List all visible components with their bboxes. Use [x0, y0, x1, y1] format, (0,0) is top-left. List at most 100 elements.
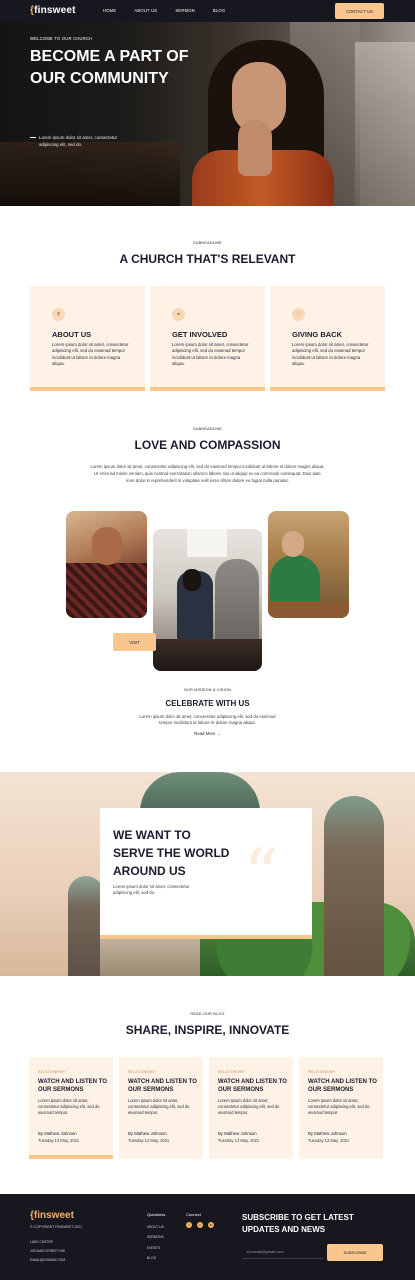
celebrate-text: Lorem ipsum dolor sit amet, consectetur … [139, 714, 276, 726]
card-giving-back[interactable]: ♡ GIVING BACK Lorem ipsum dolor sit amet… [270, 286, 385, 391]
blog-title: SHARE, INSPIRE, INNOVATE [125, 1023, 290, 1037]
facebook-icon[interactable]: f [186, 1222, 192, 1228]
subscribe-title: SUBSCRIBE TO GET LATEST UPDATES AND NEWS [242, 1213, 354, 1234]
footer-link-events[interactable]: EVENTS [147, 1243, 164, 1253]
serve-card-accent-bar [100, 935, 312, 939]
blog-author: By Mathew Johnson [218, 1131, 257, 1136]
blog-card[interactable]: RELATIONSHIP WATCH AND LISTEN TO OUR SER… [299, 1057, 383, 1159]
hero-eyebrow: WELCOME TO OUR CHURCH [30, 36, 93, 41]
blog-post-title[interactable]: WATCH AND LISTEN TO OUR SERMONS [218, 1078, 288, 1094]
address-line: 435 MAIN STREET NW [30, 1249, 65, 1253]
blog-date: Tuesday 13 May, 2021 [308, 1138, 350, 1143]
handshake-icon: ⚭ [172, 308, 185, 321]
blog-tag: RELATIONSHIP [218, 1070, 246, 1074]
hero-divider [30, 137, 36, 138]
blog-card[interactable]: RELATIONSHIP WATCH AND LISTEN TO OUR SER… [209, 1057, 293, 1159]
blog-post-text: Lorem ipsum dolor sit amet, consectetur … [218, 1098, 280, 1116]
blog-tag: RELATIONSHIP [128, 1070, 156, 1074]
love-eyebrow: SUBHEADLINE [193, 427, 222, 431]
photo-shirt [66, 563, 147, 618]
card-accent-bar [150, 387, 265, 391]
couple-praying-photo [153, 529, 262, 671]
blog-author: By Mathew Johnson [308, 1131, 347, 1136]
quicklinks-heading: Quicklinks [147, 1212, 166, 1217]
church-icon: ✝ [52, 308, 65, 321]
card-accent-bar [30, 387, 145, 391]
blog-post-title[interactable]: WATCH AND LISTEN TO OUR SERMONS [128, 1078, 198, 1094]
blog-date: Tuesday 13 May, 2021 [128, 1138, 170, 1143]
nav-links: HOME ABOUT US SERMON BLOG [103, 8, 243, 13]
footer-address: LAKE CENTER 435 MAIN STREET NW EMAIL@DOM… [30, 1238, 65, 1265]
man-praying-photo [66, 511, 147, 618]
logo[interactable]: {finsweet [30, 5, 76, 16]
celebrate-eyebrow: OUR MISSION & VISION [183, 688, 232, 692]
blog-tag: RELATIONSHIP [38, 1070, 66, 1074]
connect-heading: Connect [186, 1212, 201, 1217]
photo-pew [268, 601, 349, 618]
elder-woman-photo [268, 511, 349, 618]
nav-link-sermon[interactable]: SERMON [175, 8, 195, 13]
relevant-eyebrow: SUBHEADLINE [193, 241, 222, 245]
photo-window [187, 529, 227, 557]
quicklinks-list: ABOUT US SERMONS EVENTS BLOG [147, 1222, 164, 1264]
top-nav: {finsweet HOME ABOUT US SERMON BLOG CONT… [0, 0, 415, 22]
nav-link-blog[interactable]: BLOG [213, 8, 225, 13]
photo-face [282, 531, 304, 557]
serve-title: WE WANT TO SERVE THE WORLD AROUND US [113, 828, 230, 878]
contact-us-button[interactable]: CONTACT US [335, 3, 384, 19]
photo-pew [153, 639, 262, 671]
hero-window-image [355, 42, 415, 206]
footer-link-sermons[interactable]: SERMONS [147, 1232, 164, 1242]
footer-link-about[interactable]: ABOUT US [147, 1222, 164, 1232]
visit-button[interactable]: VISIT [113, 633, 156, 651]
donate-icon: ♡ [292, 308, 305, 321]
blog-post-text: Lorem ipsum dolor sit amet, consectetur … [308, 1098, 370, 1116]
blog-card-accent-bar [29, 1155, 113, 1159]
celebrate-title: CELEBRATE WITH US [165, 699, 250, 708]
love-text: Lorem ipsum dolor sit amet, consectetur … [90, 464, 325, 483]
hero-praying-hands [238, 120, 272, 176]
card-title: ABOUT US [52, 330, 92, 339]
logo-text: finsweet [34, 5, 76, 16]
card-title: GIVING BACK [292, 330, 343, 339]
blog-author: By Mathew Johnson [38, 1131, 77, 1136]
blog-date: Tuesday 13 May, 2021 [38, 1138, 80, 1143]
footer-logo[interactable]: {finsweet [30, 1210, 74, 1221]
blog-post-text: Lorem ipsum dolor sit amet, consectetur … [38, 1098, 100, 1116]
card-get-involved[interactable]: ⚭ GET INVOLVED Lorem ipsum dolor sit ame… [150, 286, 265, 391]
relevant-title: A CHURCH THAT'S RELEVANT [119, 252, 296, 266]
blog-post-title[interactable]: WATCH AND LISTEN TO OUR SERMONS [38, 1078, 108, 1094]
love-title: LOVE AND COMPASSION [134, 438, 281, 452]
blog-date: Tuesday 13 May, 2021 [218, 1138, 260, 1143]
photo-man-head [183, 569, 201, 591]
address-line: EMAIL@DOMAIN.COM [30, 1258, 66, 1262]
hero-pews-image [0, 142, 180, 206]
linkedin-icon[interactable]: in [208, 1222, 214, 1228]
cathedral-tower-right [324, 796, 384, 976]
blog-card[interactable]: RELATIONSHIP WATCH AND LISTEN TO OUR SER… [119, 1057, 203, 1159]
nav-link-about[interactable]: ABOUT US [134, 8, 157, 13]
blog-post-text: Lorem ipsum dolor sit amet, consectetur … [128, 1098, 190, 1116]
card-text: Lorem ipsum dolor sit amet, consectetur … [52, 342, 129, 367]
photo-head [92, 527, 122, 565]
card-about-us[interactable]: ✝ ABOUT US Lorem ipsum dolor sit amet, c… [30, 286, 145, 391]
footer-copyright: © COPYRIGHT FINSWEET 2021 [30, 1225, 83, 1229]
blog-card[interactable]: RELATIONSHIP WATCH AND LISTEN TO OUR SER… [29, 1057, 113, 1159]
footer [0, 1194, 415, 1280]
twitter-icon[interactable]: t [197, 1222, 203, 1228]
email-field[interactable]: Yourmail@gmail.com [242, 1245, 324, 1259]
nav-link-home[interactable]: HOME [103, 8, 116, 13]
blog-post-title[interactable]: WATCH AND LISTEN TO OUR SERMONS [308, 1078, 378, 1094]
subscribe-button[interactable]: SUBSCRIBE [327, 1244, 383, 1261]
read-more-link[interactable]: Read More → [0, 731, 415, 736]
address-line: LAKE CENTER [30, 1240, 53, 1244]
hero-title: BECOME A PART OF OUR COMMUNITY [30, 48, 189, 87]
footer-link-blog[interactable]: BLOG [147, 1253, 164, 1263]
quote-icon: “ [243, 834, 279, 916]
card-text: Lorem ipsum dolor sit amet, consectetur … [292, 342, 369, 367]
cathedral-dome [140, 772, 260, 812]
card-accent-bar [270, 387, 385, 391]
card-text: Lorem ipsum dolor sit amet, consectetur … [172, 342, 249, 367]
hero-description: Lorem ipsum dolor sit amet, consectetur … [39, 135, 118, 147]
blog-author: By Mathew Johnson [128, 1131, 167, 1136]
